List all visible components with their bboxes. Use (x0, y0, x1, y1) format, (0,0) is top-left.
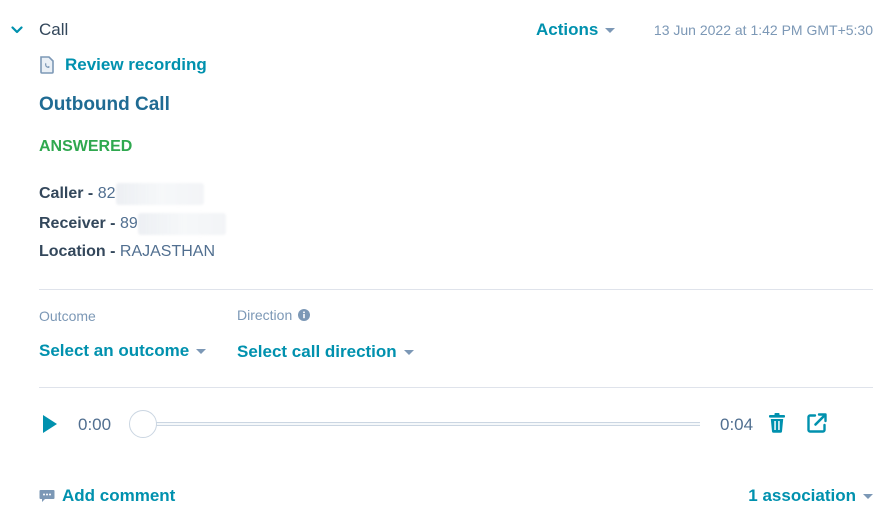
current-time: 0:00 (78, 415, 112, 434)
redacted-number (137, 213, 226, 235)
play-icon[interactable] (43, 415, 57, 433)
card-header: Call Actions 13 Jun 2022 at 1:42 PM GMT+… (0, 18, 887, 44)
redacted-number (115, 183, 204, 205)
divider (39, 387, 873, 388)
total-duration: 0:04 (720, 415, 754, 434)
seek-thumb[interactable] (129, 410, 157, 438)
info-icon[interactable] (298, 309, 311, 321)
add-comment-label: Add comment (62, 486, 176, 505)
direction-select[interactable]: Select call direction (237, 342, 414, 362)
receiver-value: 89 (119, 215, 138, 233)
direction-select-value: Select call direction (237, 342, 397, 361)
location-value: RAJASTHAN (119, 243, 216, 260)
caller-value: 82 (97, 185, 116, 203)
add-comment-button[interactable]: Add comment (39, 486, 175, 506)
association-label: 1 association (748, 486, 856, 505)
location-info: Location - RAJASTHAN (39, 243, 215, 261)
audio-player: 0:00 0:04 (0, 408, 887, 440)
caller-key: Caller - (39, 185, 94, 203)
call-title: Outbound Call (39, 94, 170, 115)
outcome-label: Outcome (39, 308, 96, 324)
card-title: Call (39, 20, 69, 39)
call-status-badge: ANSWERED (39, 138, 133, 155)
recording-file-icon (40, 56, 54, 74)
receiver-info: Receiver - 89 (39, 213, 226, 235)
review-recording-label: Review recording (65, 55, 207, 74)
divider (39, 289, 873, 290)
outcome-select-value: Select an outcome (39, 341, 190, 360)
collapse-toggle[interactable] (9, 22, 25, 38)
review-recording-link[interactable]: Review recording (39, 55, 207, 75)
caret-down-icon (196, 348, 207, 354)
caret-down-icon (863, 493, 873, 499)
call-engagement-card: Call Actions 13 Jun 2022 at 1:42 PM GMT+… (0, 0, 887, 530)
receiver-key: Receiver - (39, 215, 116, 233)
direction-label-text: Direction (237, 307, 293, 323)
seek-bar[interactable] (143, 422, 700, 426)
trash-icon[interactable] (768, 412, 786, 434)
caret-down-icon (605, 27, 616, 33)
outcome-label-text: Outcome (39, 308, 96, 324)
actions-dropdown[interactable]: Actions (536, 20, 616, 40)
call-timestamp: 13 Jun 2022 at 1:42 PM GMT+5:30 (653, 22, 873, 38)
external-link-icon[interactable] (806, 412, 828, 434)
caller-info: Caller - 82 (39, 183, 204, 205)
outcome-select[interactable]: Select an outcome (39, 341, 207, 361)
chevron-down-icon (11, 26, 23, 34)
comment-icon (39, 490, 55, 502)
location-key: Location - (39, 243, 116, 260)
actions-label: Actions (536, 20, 599, 39)
direction-label: Direction (237, 307, 311, 323)
associations-dropdown[interactable]: 1 association (748, 486, 873, 506)
caret-down-icon (403, 349, 414, 355)
